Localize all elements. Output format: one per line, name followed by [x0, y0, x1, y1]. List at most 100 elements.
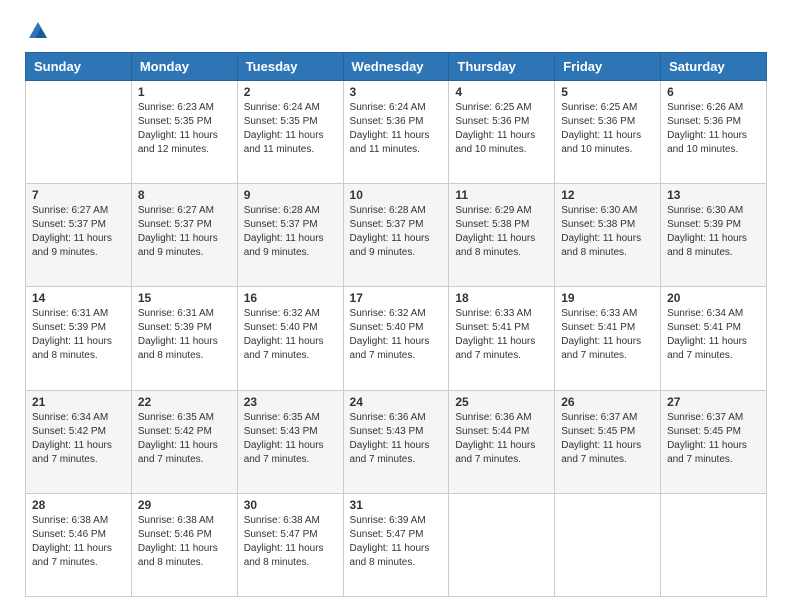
day-number: 12: [561, 188, 654, 202]
calendar-cell: 11 Sunrise: 6:29 AMSunset: 5:38 PMDayligh…: [449, 184, 555, 287]
day-info: Sunrise: 6:35 AMSunset: 5:42 PMDaylight:…: [138, 411, 231, 467]
day-info: Sunrise: 6:24 AMSunset: 5:36 PMDaylight:…: [350, 101, 443, 157]
calendar-cell: 19Sunrise: 6:33 AMSunset: 5:41 PMDayligh…: [555, 287, 661, 390]
day-number: 23: [244, 395, 337, 409]
day-number: 10: [350, 188, 443, 202]
calendar-table: SundayMondayTuesdayWednesdayThursdayFrid…: [25, 52, 767, 597]
calendar-cell: 8 Sunrise: 6:27 AMSunset: 5:37 PMDaylight…: [131, 184, 237, 287]
day-number: 15: [138, 291, 231, 305]
calendar-cell: 3 Sunrise: 6:24 AMSunset: 5:36 PMDaylight…: [343, 81, 449, 184]
day-number: 1: [138, 85, 231, 99]
day-info: Sunrise: 6:27 AMSunset: 5:37 PMDaylight:…: [138, 204, 231, 260]
day-info: Sunrise: 6:38 AMSunset: 5:47 PMDaylight:…: [244, 514, 337, 570]
day-info: Sunrise: 6:28 AMSunset: 5:37 PMDaylight:…: [244, 204, 337, 260]
calendar-cell: 17 Sunrise: 6:32 AMSunset: 5:40 PMDayligh…: [343, 287, 449, 390]
day-header-monday: Monday: [131, 53, 237, 81]
day-info: Sunrise: 6:34 AMSunset: 5:41 PMDaylight:…: [667, 307, 760, 363]
calendar-cell: [661, 493, 767, 596]
calendar-cell: 4Sunrise: 6:25 AMSunset: 5:36 PMDaylight…: [449, 81, 555, 184]
day-info: Sunrise: 6:33 AMSunset: 5:41 PMDaylight:…: [455, 307, 548, 363]
calendar-cell: 28 Sunrise: 6:38 AMSunset: 5:46 PMDayligh…: [26, 493, 132, 596]
calendar-cell: 15 Sunrise: 6:31 AMSunset: 5:39 PMDayligh…: [131, 287, 237, 390]
day-number: 3: [350, 85, 443, 99]
day-info: Sunrise: 6:28 AMSunset: 5:37 PMDaylight:…: [350, 204, 443, 260]
calendar-cell: 22 Sunrise: 6:35 AMSunset: 5:42 PMDayligh…: [131, 390, 237, 493]
calendar-cell: 10 Sunrise: 6:28 AMSunset: 5:37 PMDayligh…: [343, 184, 449, 287]
day-number: 29: [138, 498, 231, 512]
day-info: Sunrise: 6:27 AMSunset: 5:37 PMDaylight:…: [32, 204, 125, 260]
day-info: Sunrise: 6:36 AMSunset: 5:43 PMDaylight:…: [350, 411, 443, 467]
day-number: 11: [455, 188, 548, 202]
calendar-cell: 5Sunrise: 6:25 AMSunset: 5:36 PMDaylight…: [555, 81, 661, 184]
calendar-week-row: 28 Sunrise: 6:38 AMSunset: 5:46 PMDayligh…: [26, 493, 767, 596]
day-number: 2: [244, 85, 337, 99]
day-number: 26: [561, 395, 654, 409]
day-number: 31: [350, 498, 443, 512]
day-info: Sunrise: 6:38 AMSunset: 5:46 PMDaylight:…: [32, 514, 125, 570]
day-info: Sunrise: 6:24 AMSunset: 5:35 PMDaylight:…: [244, 101, 337, 157]
calendar-page: SundayMondayTuesdayWednesdayThursdayFrid…: [0, 0, 792, 612]
day-info: Sunrise: 6:32 AMSunset: 5:40 PMDaylight:…: [244, 307, 337, 363]
day-info: Sunrise: 6:29 AMSunset: 5:38 PMDaylight:…: [455, 204, 548, 260]
calendar-cell: [555, 493, 661, 596]
day-number: 7: [32, 188, 125, 202]
calendar-cell: 1 Sunrise: 6:23 AMSunset: 5:35 PMDaylight…: [131, 81, 237, 184]
day-info: Sunrise: 6:31 AMSunset: 5:39 PMDaylight:…: [32, 307, 125, 363]
day-info: Sunrise: 6:31 AMSunset: 5:39 PMDaylight:…: [138, 307, 231, 363]
day-number: 20: [667, 291, 760, 305]
calendar-cell: 7 Sunrise: 6:27 AMSunset: 5:37 PMDaylight…: [26, 184, 132, 287]
day-number: 5: [561, 85, 654, 99]
day-number: 4: [455, 85, 548, 99]
day-number: 9: [244, 188, 337, 202]
day-number: 21: [32, 395, 125, 409]
day-number: 14: [32, 291, 125, 305]
day-header-sunday: Sunday: [26, 53, 132, 81]
day-number: 25: [455, 395, 548, 409]
day-info: Sunrise: 6:39 AMSunset: 5:47 PMDaylight:…: [350, 514, 443, 570]
day-number: 30: [244, 498, 337, 512]
calendar-cell: 25 Sunrise: 6:36 AMSunset: 5:44 PMDayligh…: [449, 390, 555, 493]
calendar-cell: 12 Sunrise: 6:30 AMSunset: 5:38 PMDayligh…: [555, 184, 661, 287]
day-number: 22: [138, 395, 231, 409]
calendar-cell: [449, 493, 555, 596]
day-header-wednesday: Wednesday: [343, 53, 449, 81]
calendar-cell: 31 Sunrise: 6:39 AMSunset: 5:47 PMDayligh…: [343, 493, 449, 596]
day-info: Sunrise: 6:35 AMSunset: 5:43 PMDaylight:…: [244, 411, 337, 467]
day-info: Sunrise: 6:30 AMSunset: 5:39 PMDaylight:…: [667, 204, 760, 260]
calendar-week-row: 7 Sunrise: 6:27 AMSunset: 5:37 PMDaylight…: [26, 184, 767, 287]
day-header-thursday: Thursday: [449, 53, 555, 81]
day-number: 27: [667, 395, 760, 409]
calendar-cell: 23 Sunrise: 6:35 AMSunset: 5:43 PMDayligh…: [237, 390, 343, 493]
calendar-cell: 30 Sunrise: 6:38 AMSunset: 5:47 PMDayligh…: [237, 493, 343, 596]
day-info: Sunrise: 6:38 AMSunset: 5:46 PMDaylight:…: [138, 514, 231, 570]
calendar-cell: 24Sunrise: 6:36 AMSunset: 5:43 PMDayligh…: [343, 390, 449, 493]
header: [25, 20, 767, 42]
calendar-cell: 13Sunrise: 6:30 AMSunset: 5:39 PMDayligh…: [661, 184, 767, 287]
day-info: Sunrise: 6:36 AMSunset: 5:44 PMDaylight:…: [455, 411, 548, 467]
calendar-cell: 16 Sunrise: 6:32 AMSunset: 5:40 PMDayligh…: [237, 287, 343, 390]
calendar-cell: 14 Sunrise: 6:31 AMSunset: 5:39 PMDayligh…: [26, 287, 132, 390]
calendar-week-row: 1 Sunrise: 6:23 AMSunset: 5:35 PMDaylight…: [26, 81, 767, 184]
calendar-cell: [26, 81, 132, 184]
day-info: Sunrise: 6:26 AMSunset: 5:36 PMDaylight:…: [667, 101, 760, 157]
day-info: Sunrise: 6:33 AMSunset: 5:41 PMDaylight:…: [561, 307, 654, 363]
day-number: 28: [32, 498, 125, 512]
day-info: Sunrise: 6:32 AMSunset: 5:40 PMDaylight:…: [350, 307, 443, 363]
calendar-cell: 20 Sunrise: 6:34 AMSunset: 5:41 PMDayligh…: [661, 287, 767, 390]
day-info: Sunrise: 6:37 AMSunset: 5:45 PMDaylight:…: [667, 411, 760, 467]
day-info: Sunrise: 6:23 AMSunset: 5:35 PMDaylight:…: [138, 101, 231, 157]
day-info: Sunrise: 6:34 AMSunset: 5:42 PMDaylight:…: [32, 411, 125, 467]
logo-icon: [27, 20, 49, 42]
calendar-cell: 29 Sunrise: 6:38 AMSunset: 5:46 PMDayligh…: [131, 493, 237, 596]
calendar-cell: 2 Sunrise: 6:24 AMSunset: 5:35 PMDaylight…: [237, 81, 343, 184]
calendar-header-row: SundayMondayTuesdayWednesdayThursdayFrid…: [26, 53, 767, 81]
day-info: Sunrise: 6:30 AMSunset: 5:38 PMDaylight:…: [561, 204, 654, 260]
day-number: 16: [244, 291, 337, 305]
calendar-cell: 9 Sunrise: 6:28 AMSunset: 5:37 PMDaylight…: [237, 184, 343, 287]
calendar-cell: 21 Sunrise: 6:34 AMSunset: 5:42 PMDayligh…: [26, 390, 132, 493]
calendar-cell: 18 Sunrise: 6:33 AMSunset: 5:41 PMDayligh…: [449, 287, 555, 390]
day-number: 17: [350, 291, 443, 305]
day-number: 6: [667, 85, 760, 99]
day-number: 18: [455, 291, 548, 305]
day-number: 8: [138, 188, 231, 202]
